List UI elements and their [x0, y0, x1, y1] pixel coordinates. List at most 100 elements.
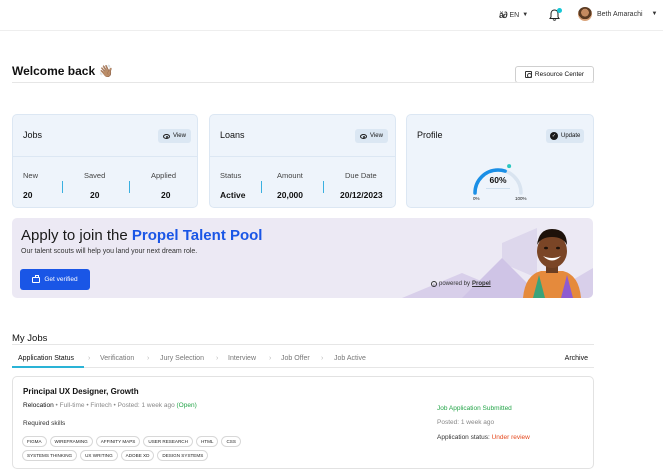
banner-title-highlight: Propel Talent Pool — [131, 227, 263, 244]
stat-value: 20/12/2023 — [340, 190, 383, 200]
divider — [12, 82, 594, 83]
skill-tag: UX WRITING — [80, 450, 118, 461]
update-label: Update — [561, 133, 581, 139]
divider — [210, 156, 395, 157]
skill-tag: AFFINITY MAPS — [95, 436, 141, 447]
loans-card: Loans View Status Active Amount 20,000 D… — [209, 114, 396, 208]
chevron-down-icon: ▼ — [522, 12, 529, 18]
verified-check-icon: ✓ — [550, 132, 558, 140]
get-verified-button[interactable]: Get verified — [20, 269, 90, 290]
profile-update-button[interactable]: ✓ Update — [546, 129, 585, 143]
application-status: Application status: Under review — [437, 434, 530, 441]
resource-center-label: Resource Center — [534, 71, 585, 78]
loans-card-title: Loans — [220, 130, 245, 140]
tab-job-active[interactable]: Job Active — [334, 355, 366, 362]
resource-center-button[interactable]: Resource Center — [515, 66, 594, 83]
stat-label: Amount — [277, 171, 303, 180]
application-status-value: Under review — [491, 434, 530, 441]
avatar — [578, 7, 592, 21]
stat-label: Saved — [84, 171, 106, 180]
banner-subtitle: Our talent scouts will help you land you… — [21, 248, 198, 255]
tab-job-offer[interactable]: Job Offer — [281, 355, 310, 362]
my-jobs-heading: My Jobs — [12, 333, 48, 344]
get-verified-label: Get verified — [44, 276, 78, 283]
skill-tag: DESIGN SYSTEMS — [157, 450, 209, 461]
chevron-right-icon: › — [147, 355, 150, 362]
tab-interview[interactable]: Interview — [228, 355, 256, 362]
gauge-min-label: 0% — [473, 196, 480, 201]
banner-title-prefix: Apply to join the — [21, 227, 132, 244]
profile-card: Profile ✓ Update 60% 0% 100% — [406, 114, 594, 208]
jobs-view-button[interactable]: View — [158, 129, 191, 143]
user-menu[interactable]: Beth Amarachi ▼ — [578, 7, 657, 21]
view-label: View — [370, 133, 383, 139]
chevron-right-icon: › — [321, 355, 324, 362]
resource-icon — [524, 71, 532, 78]
posted-date: Posted: 1 week ago — [437, 419, 495, 426]
powered-by: i powered by Propel — [431, 281, 491, 287]
application-submitted-status: Job Application Submitted — [437, 405, 512, 412]
chevron-right-icon: › — [88, 355, 91, 362]
divider — [62, 181, 63, 193]
chevron-right-icon: › — [269, 355, 272, 362]
gauge-max-label: 100% — [515, 196, 527, 201]
tab-application-status[interactable]: Application Status — [18, 355, 74, 362]
application-status-label: Application status: — [437, 434, 492, 441]
skill-tag: ADOBE XD — [120, 450, 155, 461]
profile-completion-value: 60% — [489, 175, 507, 185]
stat-label: Applied — [151, 171, 177, 180]
job-open-badge: (Open) — [176, 402, 197, 409]
propel-link[interactable]: Propel — [472, 281, 491, 287]
tab-verification[interactable]: Verification — [100, 355, 134, 362]
chevron-down-icon: ▼ — [651, 11, 658, 17]
divider — [323, 181, 324, 193]
divider — [261, 181, 262, 193]
notification-dot — [557, 8, 562, 13]
skill-tag: WIREFRAMING — [49, 436, 93, 447]
info-icon: i — [431, 281, 437, 287]
stat-label: Due Date — [345, 171, 377, 180]
view-label: View — [173, 133, 186, 139]
powered-by-label: powered by — [439, 281, 471, 287]
job-type: Relocation — [23, 402, 54, 409]
stat-value: 20,000 — [277, 190, 303, 200]
archive-link[interactable]: Archive — [565, 355, 588, 362]
translate-icon: ă∂ — [499, 10, 508, 20]
language-label: EN — [509, 11, 520, 19]
tab-jury-selection[interactable]: Jury Selection — [160, 355, 204, 362]
top-bar: ă∂ EN ▼ Beth Amarachi ▼ — [0, 0, 663, 31]
language-selector[interactable]: ă∂ EN ▼ — [499, 10, 528, 20]
user-name: Beth Amarachi — [597, 10, 643, 18]
jobs-card: Jobs View New 20 Saved 20 Applied 20 — [12, 114, 198, 208]
briefcase-icon — [32, 274, 41, 283]
skill-tag: CSS — [221, 436, 241, 447]
active-tab-indicator — [12, 366, 84, 368]
job-details: • Full-time • Fintech • Posted: 1 week a… — [53, 402, 177, 409]
eye-icon — [163, 133, 170, 139]
stat-value: Active — [220, 190, 246, 200]
stat-value: 20 — [23, 190, 33, 200]
chevron-right-icon: › — [216, 355, 219, 362]
smiling-person-image — [523, 229, 581, 298]
stat-value: 20 — [90, 190, 100, 200]
skills-list: FIGMA WIREFRAMING AFFINITY MAPS USER RES… — [22, 436, 282, 461]
divider — [13, 156, 197, 157]
divider — [129, 181, 130, 193]
stat-label: Status — [220, 171, 242, 180]
job-meta: Relocation • Full-time • Fintech • Poste… — [23, 402, 197, 409]
jobs-card-title: Jobs — [23, 130, 43, 140]
stat-value: 20 — [161, 190, 171, 200]
talent-pool-banner: Apply to join the Propel Talent Pool Our… — [12, 218, 593, 298]
divider — [12, 344, 594, 345]
skill-tag: HTML — [195, 436, 219, 447]
skill-tag: USER RESEARCH — [143, 436, 193, 447]
job-card[interactable]: Principal UX Designer, Growth Relocation… — [12, 376, 594, 469]
profile-card-title: Profile — [417, 130, 443, 140]
job-status-tabs: Application Status › Verification › Jury… — [12, 351, 594, 368]
loans-view-button[interactable]: View — [355, 129, 388, 143]
job-title[interactable]: Principal UX Designer, Growth — [23, 387, 139, 396]
eye-icon — [360, 133, 367, 139]
banner-title: Apply to join the Propel Talent Pool — [21, 227, 262, 244]
divider — [486, 188, 510, 189]
skill-tag: SYSTEMS THINKING — [22, 450, 78, 461]
